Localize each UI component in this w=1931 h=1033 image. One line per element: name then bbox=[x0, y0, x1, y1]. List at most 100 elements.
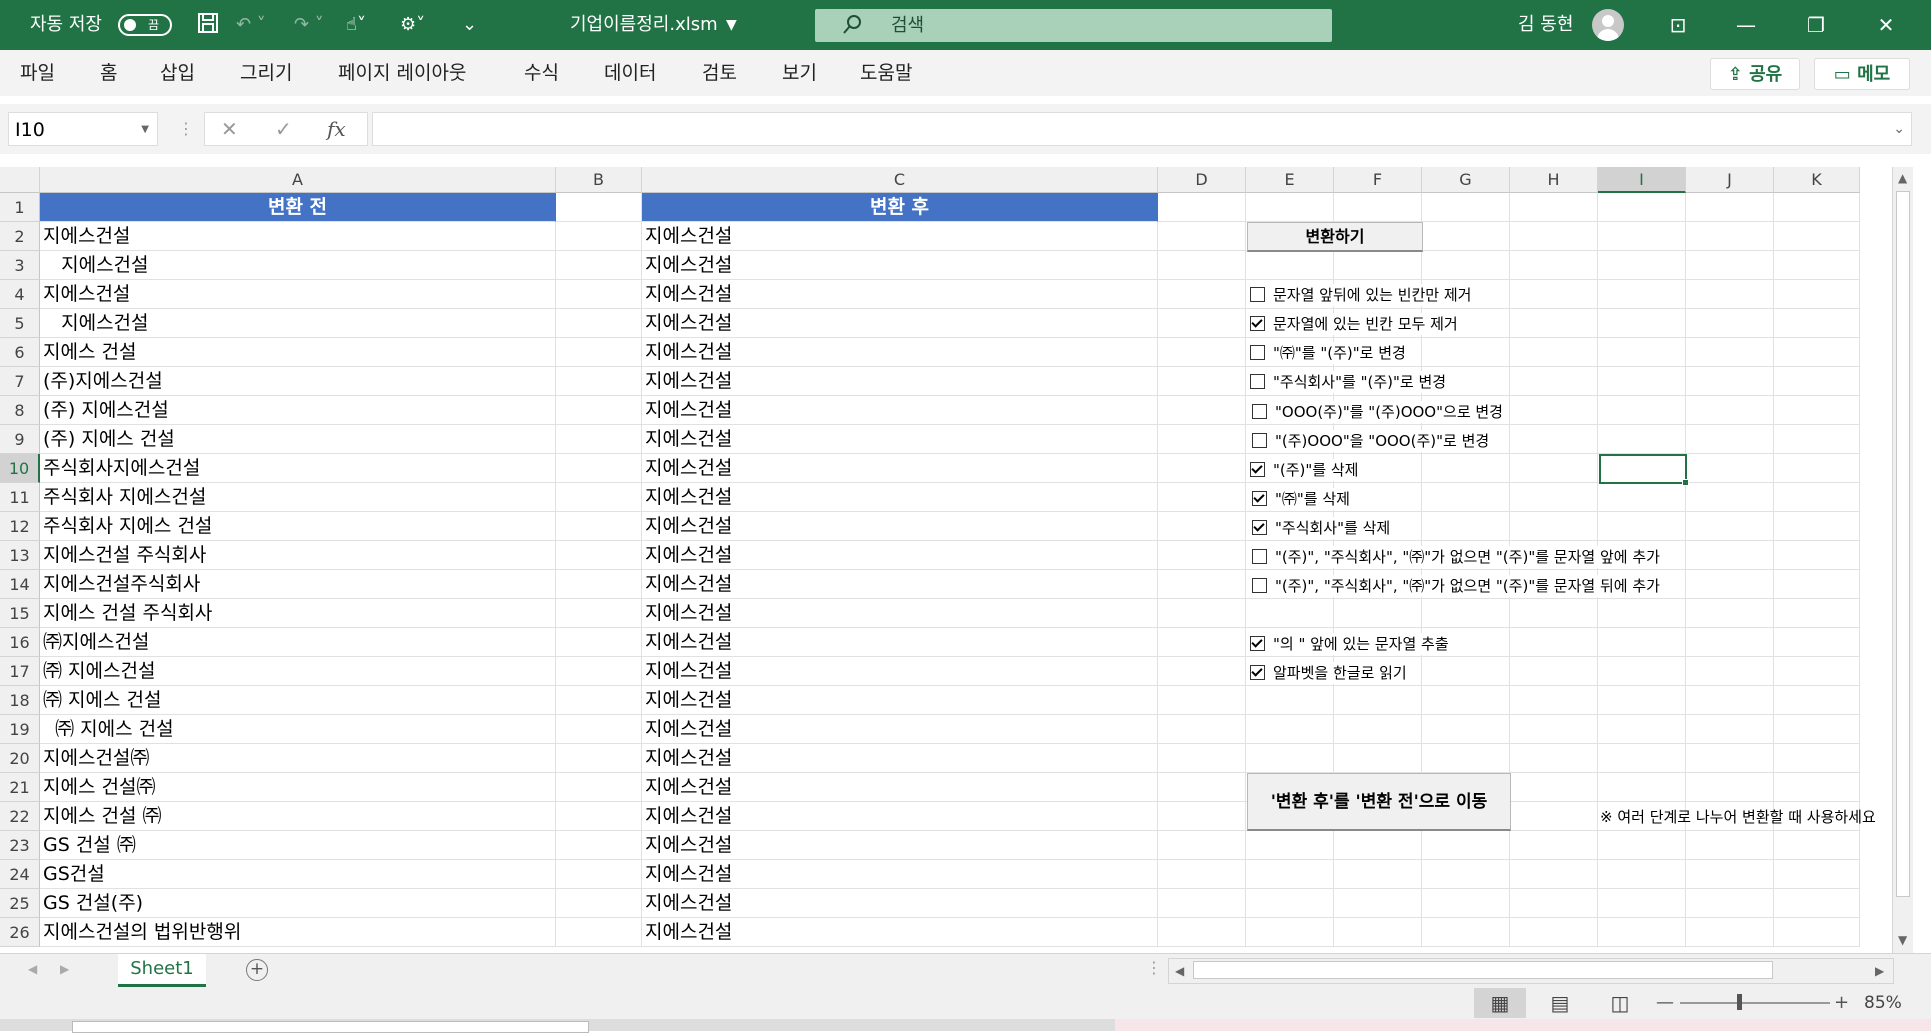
expand-formula-icon[interactable]: ⌄ bbox=[1893, 113, 1905, 145]
cell[interactable] bbox=[1158, 483, 1246, 512]
cell[interactable] bbox=[1598, 831, 1686, 860]
after-cell[interactable]: 지에스건설 bbox=[642, 483, 1158, 512]
column-header[interactable]: J bbox=[1686, 167, 1774, 193]
after-cell[interactable]: 지에스건설 bbox=[642, 454, 1158, 483]
cell[interactable] bbox=[1422, 193, 1510, 222]
share-button[interactable]: ⇪ 공유 bbox=[1710, 58, 1800, 90]
after-cell[interactable]: 지에스건설 bbox=[642, 309, 1158, 338]
cell[interactable] bbox=[1510, 396, 1598, 425]
cell[interactable] bbox=[1774, 628, 1860, 657]
before-cell[interactable]: GS 건설(주) bbox=[40, 889, 556, 918]
cell[interactable] bbox=[1158, 918, 1246, 947]
cell[interactable] bbox=[1246, 715, 1334, 744]
checkbox-unchecked-icon[interactable] bbox=[1252, 404, 1267, 419]
cell[interactable] bbox=[1598, 628, 1686, 657]
cell[interactable] bbox=[1686, 686, 1774, 715]
cell[interactable] bbox=[556, 454, 642, 483]
row-header[interactable]: 8 bbox=[0, 396, 40, 425]
cell[interactable] bbox=[1774, 541, 1860, 570]
option-checkbox[interactable]: "의 " 앞에 있는 문자열 추출 bbox=[1250, 633, 1453, 655]
cell[interactable] bbox=[1422, 686, 1510, 715]
checkbox-unchecked-icon[interactable] bbox=[1250, 345, 1265, 360]
cell[interactable] bbox=[556, 889, 642, 918]
cell[interactable] bbox=[1598, 425, 1686, 454]
cell[interactable] bbox=[1158, 425, 1246, 454]
before-cell[interactable]: (주) 지에스 건설 bbox=[40, 425, 556, 454]
column-header[interactable]: K bbox=[1774, 167, 1860, 193]
cell[interactable] bbox=[1422, 251, 1510, 280]
cell[interactable] bbox=[1510, 367, 1598, 396]
vertical-scrollbar[interactable]: ▲ ▼ bbox=[1892, 167, 1913, 953]
move-after-to-before-button[interactable]: '변환 후'를 '변환 전'으로 이동 bbox=[1247, 773, 1511, 831]
option-checkbox[interactable]: "㈜"를 삭제 bbox=[1252, 488, 1354, 510]
cell[interactable] bbox=[1686, 541, 1774, 570]
cell[interactable] bbox=[1774, 396, 1860, 425]
cell[interactable] bbox=[1334, 686, 1422, 715]
cell[interactable] bbox=[1598, 309, 1686, 338]
row-header[interactable]: 22 bbox=[0, 802, 40, 831]
zoom-slider[interactable] bbox=[1680, 1002, 1830, 1004]
row-header[interactable]: 19 bbox=[0, 715, 40, 744]
cell[interactable] bbox=[1774, 425, 1860, 454]
cell[interactable] bbox=[1686, 338, 1774, 367]
row-header[interactable]: 7 bbox=[0, 367, 40, 396]
after-cell[interactable]: 지에스건설 bbox=[642, 280, 1158, 309]
before-cell[interactable]: 지에스건설주식회사 bbox=[40, 570, 556, 599]
cell[interactable] bbox=[1686, 280, 1774, 309]
after-cell[interactable]: 지에스건설 bbox=[642, 251, 1158, 280]
before-cell[interactable]: ㈜ 지에스 건설 bbox=[40, 715, 556, 744]
after-cell[interactable]: 지에스건설 bbox=[642, 628, 1158, 657]
tab-file[interactable]: 파일 bbox=[20, 50, 55, 96]
cell[interactable] bbox=[1510, 802, 1598, 831]
tab-split-icon[interactable]: ⋮ bbox=[1146, 958, 1162, 977]
scroll-left-icon[interactable]: ◀ bbox=[1175, 964, 1184, 978]
row-header[interactable]: 24 bbox=[0, 860, 40, 889]
cell[interactable] bbox=[1334, 599, 1422, 628]
row-header[interactable]: 25 bbox=[0, 889, 40, 918]
cell[interactable] bbox=[556, 512, 642, 541]
cell[interactable] bbox=[1510, 628, 1598, 657]
after-cell[interactable]: 지에스건설 bbox=[642, 657, 1158, 686]
cell[interactable] bbox=[1334, 715, 1422, 744]
autosave-toggle[interactable]: 끔 bbox=[118, 14, 172, 36]
cell[interactable] bbox=[556, 773, 642, 802]
cell[interactable] bbox=[1510, 309, 1598, 338]
cell[interactable] bbox=[1686, 773, 1774, 802]
checkbox-unchecked-icon[interactable] bbox=[1250, 287, 1265, 302]
option-checkbox[interactable]: 문자열 앞뒤에 있는 빈칸만 제거 bbox=[1250, 284, 1476, 306]
after-cell[interactable]: 지에스건설 bbox=[642, 831, 1158, 860]
file-name[interactable]: 기업이름정리.xlsm bbox=[570, 0, 718, 50]
convert-button[interactable]: 변환하기 bbox=[1247, 222, 1423, 252]
cell[interactable] bbox=[1598, 512, 1686, 541]
cell[interactable] bbox=[1334, 251, 1422, 280]
cell[interactable] bbox=[556, 715, 642, 744]
page-break-view-icon[interactable]: ◫ bbox=[1594, 988, 1646, 1018]
cell[interactable] bbox=[1686, 918, 1774, 947]
cell[interactable] bbox=[1598, 657, 1686, 686]
option-checkbox[interactable]: "OOO(주)"를 "(주)OOO"으로 변경 bbox=[1252, 401, 1507, 423]
filename-dropdown-icon[interactable]: ▼ bbox=[726, 0, 737, 50]
cell[interactable] bbox=[1598, 715, 1686, 744]
cell[interactable] bbox=[1422, 599, 1510, 628]
tab-formulas[interactable]: 수식 bbox=[524, 50, 559, 96]
before-cell[interactable]: 지에스건설 bbox=[40, 251, 556, 280]
checkbox-unchecked-icon[interactable] bbox=[1250, 374, 1265, 389]
tab-home[interactable]: 홈 bbox=[100, 50, 117, 96]
before-cell[interactable]: 지에스건설 bbox=[40, 309, 556, 338]
zoom-level[interactable]: 85% bbox=[1864, 988, 1902, 1018]
cell[interactable] bbox=[1774, 280, 1860, 309]
before-cell[interactable]: (주)지에스건설 bbox=[40, 367, 556, 396]
cell[interactable] bbox=[556, 744, 642, 773]
cell[interactable] bbox=[1598, 773, 1686, 802]
cell[interactable] bbox=[1334, 744, 1422, 773]
cell[interactable] bbox=[1158, 628, 1246, 657]
cell[interactable] bbox=[556, 396, 642, 425]
after-cell[interactable]: 지에스건설 bbox=[642, 512, 1158, 541]
more-icon[interactable]: ⋮ bbox=[178, 112, 194, 146]
row-header[interactable]: 26 bbox=[0, 918, 40, 947]
cell[interactable] bbox=[1686, 425, 1774, 454]
cell[interactable] bbox=[1510, 251, 1598, 280]
cell[interactable] bbox=[1774, 483, 1860, 512]
before-cell[interactable]: 지에스건설의 법위반행위 bbox=[40, 918, 556, 947]
cell[interactable] bbox=[1686, 831, 1774, 860]
